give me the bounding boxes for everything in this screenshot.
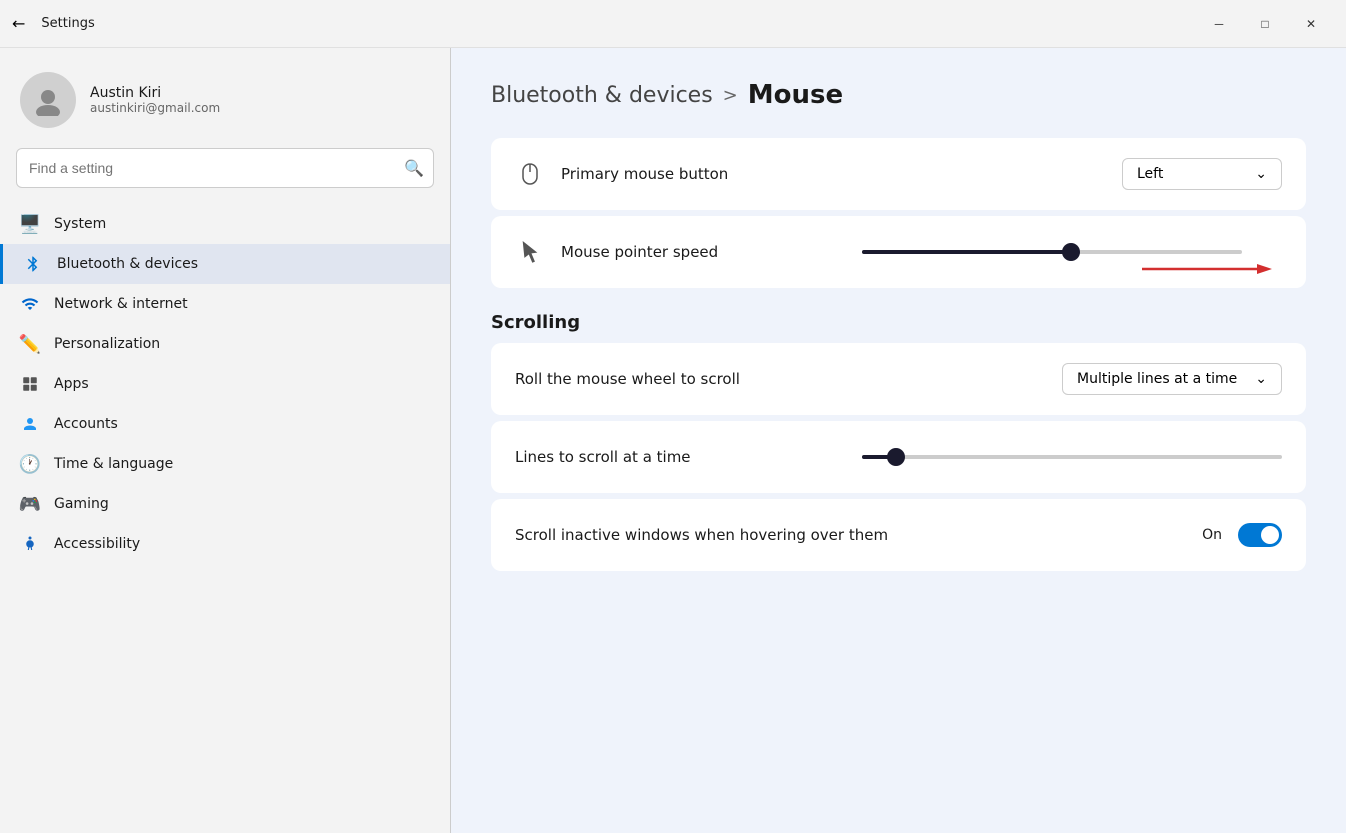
primary-button-card: Primary mouse button Left ⌄	[491, 138, 1306, 210]
pointer-speed-slider-fill	[862, 250, 1071, 254]
cursor-icon	[515, 241, 545, 263]
sidebar-item-time[interactable]: 🕐 Time & language	[0, 444, 450, 484]
sidebar-item-network[interactable]: Network & internet	[0, 284, 450, 324]
user-info: Austin Kiri austinkiri@gmail.com	[90, 85, 220, 115]
mouse-icon	[515, 162, 545, 186]
lines-scroll-row: Lines to scroll at a time	[515, 421, 1282, 493]
sidebar-item-label-accessibility: Accessibility	[54, 536, 140, 552]
user-email: austinkiri@gmail.com	[90, 101, 220, 115]
title-bar-left: ← Settings	[12, 14, 1196, 33]
breadcrumb-current: Mouse	[748, 80, 843, 110]
pointer-speed-slider-container	[862, 250, 1282, 254]
accounts-icon	[20, 414, 40, 434]
primary-button-label: Primary mouse button	[561, 165, 1106, 183]
search-icon: 🔍	[404, 159, 424, 178]
user-name: Austin Kiri	[90, 85, 220, 101]
apps-icon	[20, 374, 40, 394]
roll-wheel-row: Roll the mouse wheel to scroll Multiple …	[515, 343, 1282, 415]
red-arrow-annotation	[1142, 262, 1272, 276]
accessibility-icon	[20, 534, 40, 554]
roll-wheel-label: Roll the mouse wheel to scroll	[515, 370, 1046, 388]
roll-wheel-card: Roll the mouse wheel to scroll Multiple …	[491, 343, 1306, 415]
avatar	[20, 72, 76, 128]
sidebar-item-accounts[interactable]: Accounts	[0, 404, 450, 444]
gaming-icon: 🎮	[20, 494, 40, 514]
title-bar: ← Settings ─ □ ✕	[0, 0, 1346, 48]
pointer-speed-slider-thumb[interactable]	[1062, 243, 1080, 261]
lines-scroll-card: Lines to scroll at a time	[491, 421, 1306, 493]
scroll-inactive-control: On	[1202, 523, 1282, 547]
lines-scroll-label: Lines to scroll at a time	[515, 448, 846, 466]
scroll-inactive-label: Scroll inactive windows when hovering ov…	[515, 526, 1186, 544]
sidebar-item-label-accounts: Accounts	[54, 416, 118, 432]
dropdown-chevron-icon: ⌄	[1255, 166, 1267, 182]
pointer-speed-row: Mouse pointer speed	[515, 216, 1282, 288]
roll-wheel-dropdown[interactable]: Multiple lines at a time ⌄	[1062, 363, 1282, 395]
primary-button-dropdown[interactable]: Left ⌄	[1122, 158, 1282, 190]
sidebar-item-label-personalization: Personalization	[54, 336, 160, 352]
scroll-inactive-card: Scroll inactive windows when hovering ov…	[491, 499, 1306, 571]
primary-button-row: Primary mouse button Left ⌄	[515, 138, 1282, 210]
pointer-speed-slider-track[interactable]	[862, 250, 1242, 254]
sidebar-item-label-apps: Apps	[54, 376, 89, 392]
breadcrumb-parent[interactable]: Bluetooth & devices	[491, 83, 713, 108]
scrolling-section-header: Scrolling	[491, 312, 1306, 333]
sidebar-item-accessibility[interactable]: Accessibility	[0, 524, 450, 564]
personalization-icon: ✏️	[20, 334, 40, 354]
network-icon	[20, 294, 40, 314]
roll-wheel-value: Multiple lines at a time	[1077, 371, 1237, 387]
primary-button-value: Left	[1137, 166, 1163, 182]
roll-wheel-chevron-icon: ⌄	[1255, 371, 1267, 387]
title-bar-controls: ─ □ ✕	[1196, 8, 1334, 40]
system-icon: 🖥️	[20, 214, 40, 234]
close-button[interactable]: ✕	[1288, 8, 1334, 40]
lines-scroll-slider-track[interactable]	[862, 455, 1282, 459]
bluetooth-icon	[23, 254, 43, 274]
minimize-button[interactable]: ─	[1196, 8, 1242, 40]
sidebar-item-label-time: Time & language	[54, 456, 173, 472]
nav-list: 🖥️ System Bluetooth & devices Network & …	[0, 204, 450, 564]
user-section: Austin Kiri austinkiri@gmail.com	[0, 64, 450, 148]
breadcrumb: Bluetooth & devices > Mouse	[491, 80, 1306, 110]
toggle-knob	[1261, 526, 1279, 544]
app-layout: Austin Kiri austinkiri@gmail.com 🔍 🖥️ Sy…	[0, 48, 1346, 833]
back-icon[interactable]: ←	[12, 14, 25, 33]
content-area: Bluetooth & devices > Mouse Primary mous…	[451, 48, 1346, 833]
title-bar-title: Settings	[41, 16, 94, 31]
pointer-speed-card: Mouse pointer speed	[491, 216, 1306, 288]
lines-scroll-slider-thumb[interactable]	[887, 448, 905, 466]
breadcrumb-separator: >	[723, 85, 738, 106]
sidebar-item-label-gaming: Gaming	[54, 496, 109, 512]
pointer-speed-label: Mouse pointer speed	[561, 243, 846, 261]
scroll-inactive-toggle[interactable]	[1238, 523, 1282, 547]
search-box: 🔍	[16, 148, 434, 188]
search-input[interactable]	[16, 148, 434, 188]
scroll-inactive-row: Scroll inactive windows when hovering ov…	[515, 499, 1282, 571]
sidebar-item-personalization[interactable]: ✏️ Personalization	[0, 324, 450, 364]
scroll-inactive-on-label: On	[1202, 527, 1222, 543]
sidebar-item-system[interactable]: 🖥️ System	[0, 204, 450, 244]
maximize-button[interactable]: □	[1242, 8, 1288, 40]
sidebar-item-label-system: System	[54, 216, 106, 232]
sidebar: Austin Kiri austinkiri@gmail.com 🔍 🖥️ Sy…	[0, 48, 450, 833]
time-icon: 🕐	[20, 454, 40, 474]
sidebar-item-apps[interactable]: Apps	[0, 364, 450, 404]
sidebar-item-label-network: Network & internet	[54, 296, 188, 312]
sidebar-item-gaming[interactable]: 🎮 Gaming	[0, 484, 450, 524]
lines-scroll-slider-container	[862, 455, 1282, 459]
sidebar-item-bluetooth[interactable]: Bluetooth & devices	[0, 244, 450, 284]
sidebar-item-label-bluetooth: Bluetooth & devices	[57, 256, 198, 272]
